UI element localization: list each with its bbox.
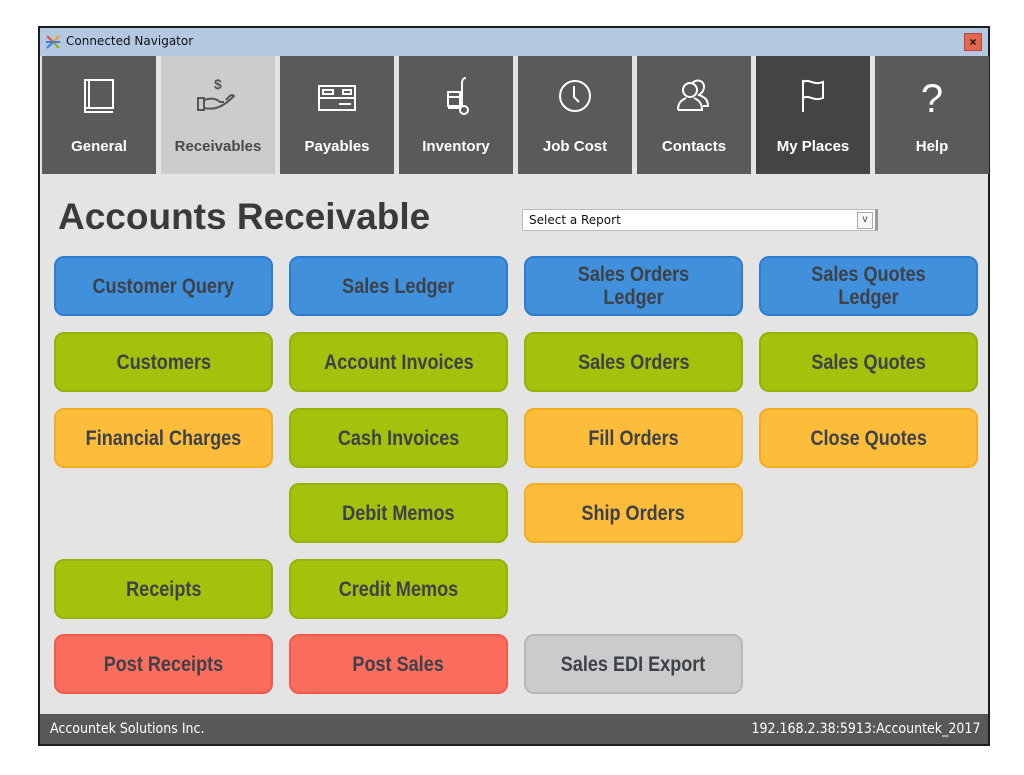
tab-label: Receivables [174,138,262,155]
people-icon [677,79,710,111]
post-sales-button[interactable]: Post Sales [289,634,508,694]
post-receipts-button[interactable]: Post Receipts [54,634,273,694]
credit-memos-button[interactable]: Credit Memos [289,559,508,619]
cash-invoices-button[interactable]: Cash Invoices [289,408,508,468]
close-quotes-button[interactable]: Close Quotes [759,408,978,468]
svg-text:?: ? [921,77,943,116]
tab-label: Job Cost [542,138,608,155]
customer-query-button[interactable]: Customer Query [54,256,273,316]
fill-orders-button[interactable]: Fill Orders [524,408,743,468]
sales-ledger-button[interactable]: Sales Ledger [289,256,508,316]
connection-info: 192.168.2.38:5913:Accountek_2017 [750,721,980,737]
window-title: Connected Navigator [66,34,194,48]
tab-payables[interactable]: Payables [280,56,394,174]
status-bar: Accountek Solutions Inc. 192.168.2.38:59… [40,714,988,744]
financial-charges-button[interactable]: Financial Charges [54,408,273,468]
tab-job-cost[interactable]: Job Cost [518,56,632,174]
customers-button[interactable]: Customers [54,332,273,392]
tab-inventory[interactable]: Inventory [399,56,513,174]
question-icon: ? [921,77,943,116]
receipts-button[interactable]: Receipts [54,559,273,619]
account-invoices-button[interactable]: Account Invoices [289,332,508,392]
sales-quotes-ledger-button[interactable]: Sales Quotes Ledger [759,256,978,316]
clock-icon [559,80,591,112]
sales-orders-ledger-button[interactable]: Sales Orders Ledger [524,256,743,316]
title-bar: Connected Navigator × [40,28,988,56]
debit-memos-button[interactable]: Debit Memos [289,483,508,543]
module-nav: General $ Receivables Payables Inventory… [42,56,989,174]
report-select-value: Select a Report [529,213,621,227]
tab-label: Contacts [661,138,727,155]
chevron-down-icon[interactable]: v [857,212,873,229]
tab-contacts[interactable]: Contacts [637,56,751,174]
svg-text:$: $ [214,76,222,92]
tab-label: Inventory [422,138,490,155]
sales-quotes-button[interactable]: Sales Quotes [759,332,978,392]
sales-orders-button[interactable]: Sales Orders [524,332,743,392]
tab-label: General [71,138,127,155]
tab-my-places[interactable]: My Places [756,56,870,174]
report-select[interactable]: Select a Report v [522,209,878,231]
check-card-icon [318,85,356,111]
ship-orders-button[interactable]: Ship Orders [524,483,743,543]
hand-dollar-icon: $ [197,76,236,111]
tab-label: My Places [776,138,850,155]
page-title: Accounts Receivable [58,196,431,237]
app-logo-icon [46,35,60,49]
book-icon [84,79,114,113]
tab-receivables[interactable]: $ Receivables [161,56,275,174]
app-window: Connected Navigator × General $ Receivab… [38,26,990,746]
close-button[interactable]: × [964,33,982,51]
hand-truck-icon [447,77,469,115]
tab-label: Help [915,138,949,155]
tab-label: Payables [304,138,370,155]
company-name: Accountek Solutions Inc. [50,721,205,737]
sales-edi-export-button[interactable]: Sales EDI Export [524,634,743,694]
flag-icon [802,79,824,112]
tab-general[interactable]: General [42,56,156,174]
tab-help[interactable]: ? Help [875,56,989,174]
